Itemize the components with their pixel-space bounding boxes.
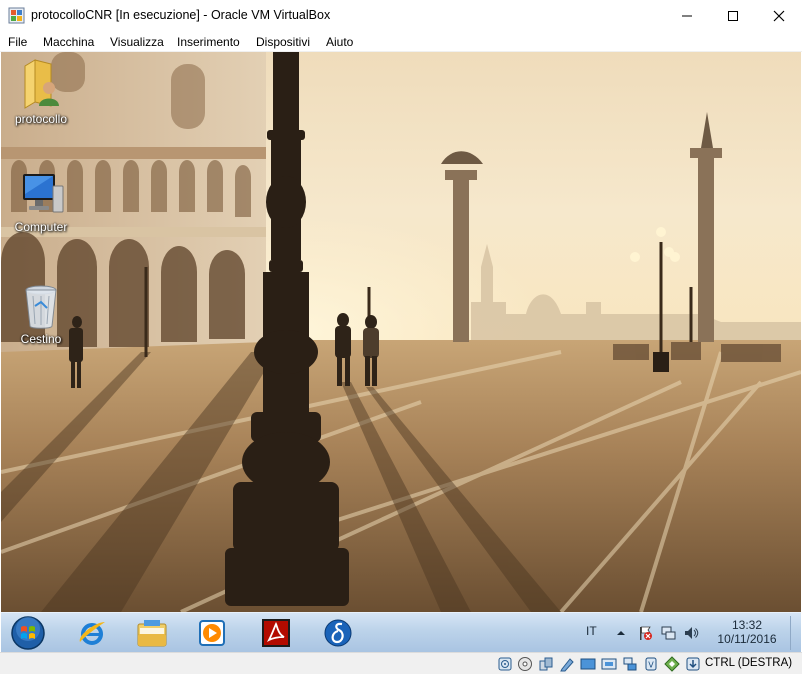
cpu-icon[interactable]: V	[643, 656, 659, 672]
maximize-button[interactable]	[710, 0, 756, 31]
close-icon	[773, 10, 785, 21]
menu-macchina[interactable]: Macchina	[43, 35, 94, 49]
file-explorer-icon	[137, 620, 167, 647]
guest-taskbar: IT 13:32 10/11/2016	[1, 612, 801, 652]
desktop-icon-computer[interactable]: Computer	[4, 172, 78, 234]
start-button[interactable]	[9, 615, 47, 651]
taskbar-pdf-reader[interactable]	[249, 615, 303, 651]
menu-aiuto[interactable]: Aiuto	[326, 35, 353, 49]
minimize-button[interactable]	[664, 0, 710, 31]
show-hidden-icons-arrow-icon[interactable]	[613, 625, 629, 641]
host-key-label: CTRL (DESTRA)	[705, 657, 793, 669]
virtualbox-status-bar: V CTRL (DESTRA)	[0, 652, 802, 674]
recycle-bin-icon	[25, 285, 57, 329]
keyboard-capture-icon[interactable]	[685, 656, 701, 672]
user-folder-icon	[24, 59, 59, 109]
wallpaper-image	[1, 52, 801, 612]
taskbar-internet-explorer[interactable]	[65, 615, 119, 651]
display-icon[interactable]	[580, 656, 596, 672]
taskbar-media-player[interactable]	[185, 615, 239, 651]
usb-icon[interactable]	[538, 656, 554, 672]
desktop-icon-cestino[interactable]: Cestino	[4, 284, 78, 346]
media-player-icon	[199, 620, 225, 646]
title-bar: protocolloCNR [In esecuzione] - Oracle V…	[0, 0, 802, 31]
menu-file[interactable]: File	[8, 35, 27, 49]
guest-desktop[interactable]: protocollo Computer Cestino	[1, 52, 801, 612]
delta-app-icon	[324, 619, 352, 647]
clock-date: 10/11/2016	[717, 632, 777, 646]
hard-disk-icon[interactable]	[497, 656, 513, 672]
volume-icon[interactable]	[683, 625, 699, 641]
mouse-integration-icon[interactable]	[664, 656, 680, 672]
language-indicator[interactable]: IT	[586, 624, 597, 638]
desktop-icon-label: Computer	[14, 220, 68, 234]
clock-time: 13:32	[731, 618, 763, 632]
taskbar-file-explorer[interactable]	[125, 615, 179, 651]
menu-inserimento[interactable]: Inserimento	[177, 35, 240, 49]
windows-start-orb-icon	[11, 616, 45, 650]
optical-drive-icon[interactable]	[517, 656, 533, 672]
network-adapter-icon[interactable]	[622, 656, 638, 672]
virtualbox-app-icon	[8, 7, 25, 24]
action-center-flag-icon[interactable]	[637, 625, 653, 641]
menu-bar: File Macchina Visualizza Inserimento Dis…	[0, 31, 802, 52]
close-button[interactable]	[756, 0, 802, 31]
computer-icon	[23, 174, 64, 213]
window-title: protocolloCNR [In esecuzione] - Oracle V…	[31, 8, 331, 22]
pdf-reader-icon	[262, 619, 290, 647]
taskbar-delta-app[interactable]	[311, 615, 365, 651]
maximize-icon	[728, 10, 738, 21]
screen-capture-icon[interactable]	[601, 656, 617, 672]
desktop-icon-label: protocollo	[14, 112, 68, 126]
desktop-icon-label: Cestino	[20, 332, 62, 346]
desktop-icon-protocollo[interactable]: protocollo	[4, 58, 78, 126]
network-icon[interactable]	[660, 625, 676, 641]
menu-visualizza[interactable]: Visualizza	[110, 35, 164, 49]
minimize-icon	[682, 15, 692, 16]
show-desktop-button[interactable]	[790, 616, 800, 650]
internet-explorer-icon	[79, 622, 105, 645]
svg-text:V: V	[648, 661, 654, 670]
shared-folders-icon[interactable]	[559, 656, 575, 672]
system-clock[interactable]: 13:32 10/11/2016	[701, 618, 793, 646]
menu-dispositivi[interactable]: Dispositivi	[256, 35, 310, 49]
